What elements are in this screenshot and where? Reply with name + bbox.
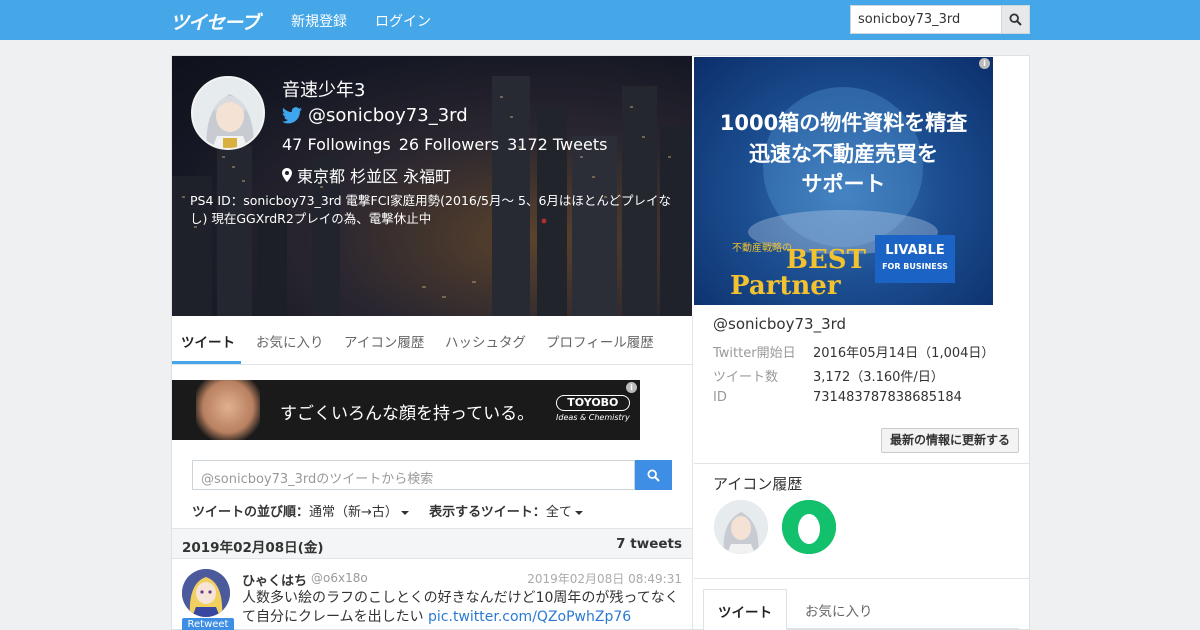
nav-signup-link[interactable]: 新規登録: [291, 11, 347, 31]
header-search-input[interactable]: sonicboy73_3rd: [850, 5, 1002, 34]
tweet-author-id[interactable]: @o6x18o: [311, 571, 368, 585]
account-handle: @sonicboy73_3rd: [713, 315, 847, 333]
ad-banner-text: すごくいろんな顔を持っている。: [280, 404, 535, 424]
ad-brand-logo: TOYOBO Ideas & Chemistry: [556, 395, 630, 425]
header-search-button[interactable]: [1002, 5, 1030, 34]
icon-history-title: アイコン履歴: [713, 475, 803, 493]
tab-favorites[interactable]: お気に入り: [256, 331, 324, 351]
ad-banner-right[interactable]: 1000箱の物件資料を精査 迅速な不動産売買を サポート 不動産戦略の BEST…: [694, 57, 993, 305]
tweet-avatar-illustration: [182, 569, 230, 617]
tweet-search-button[interactable]: [635, 460, 672, 490]
ad-right-line2: 迅速な不動産売買を: [749, 142, 938, 166]
profile-handle: @sonicboy73_3rd: [282, 105, 468, 126]
right-tab-baseline: [787, 628, 1019, 629]
tweet-author-name[interactable]: ひゃくはち: [242, 570, 307, 589]
search-icon: [647, 468, 660, 482]
tweet-search: @sonicboy73_3rdのツイートから検索: [192, 460, 672, 490]
tweet-avatar[interactable]: [182, 569, 230, 617]
ad-right-logo-text: LIVABLE: [885, 243, 945, 258]
followings-count[interactable]: 47 Followings: [282, 135, 391, 154]
account-tweets-label: ツイート数: [713, 370, 779, 385]
retweet-badge: Retweet: [182, 618, 234, 630]
show-filter-label: 表示するツイート：: [429, 505, 546, 520]
history-icon-2[interactable]: [782, 500, 836, 554]
sort-order-value: 通常（新→古）: [309, 505, 398, 520]
active-tab-indicator: [172, 361, 241, 364]
profile-handle-text[interactable]: @sonicboy73_3rd: [308, 105, 468, 126]
profile-name: 音速少年3: [282, 80, 366, 101]
day-header: 2019年02月08日(金) 7 tweets: [172, 528, 692, 559]
right-tab-tweets[interactable]: ツイート: [703, 589, 787, 630]
profile-location-text: 東京都 杉並区 永福町: [297, 167, 452, 186]
ad-info-icon[interactable]: i: [979, 58, 990, 69]
ad-right-line3: サポート: [801, 172, 886, 196]
account-start-value: 2016年05月14日（1,004日）: [813, 346, 995, 361]
ad-right-line1: 1000箱の物件資料を精査: [719, 111, 968, 135]
sort-order-dropdown[interactable]: ツイートの並び順：通常（新→古）: [192, 505, 409, 520]
sort-order-label: ツイートの並び順：: [192, 505, 310, 520]
history-avatar-illustration: [714, 500, 768, 554]
tab-icon-history[interactable]: アイコン履歴: [344, 331, 424, 351]
divider: [694, 463, 1029, 464]
tweet-search-input[interactable]: @sonicboy73_3rdのツイートから検索: [192, 460, 635, 490]
search-icon: [1009, 13, 1022, 26]
egg-icon: [782, 500, 836, 554]
account-start-label: Twitter開始日: [713, 346, 796, 361]
tab-profile-history[interactable]: プロフィール履歴: [546, 331, 654, 351]
show-filter-dropdown[interactable]: 表示するツイート：全て: [429, 505, 583, 520]
ad-brand-name: TOYOBO: [556, 395, 630, 411]
tab-hashtags[interactable]: ハッシュタグ: [445, 331, 526, 351]
history-icon-1[interactable]: [714, 500, 768, 554]
right-tab-favorites[interactable]: お気に入り: [805, 600, 873, 620]
header-search: sonicboy73_3rd: [850, 5, 1030, 34]
account-id-value: 731483787838685184: [813, 390, 962, 405]
chevron-down-icon: [574, 510, 583, 515]
chevron-down-icon: [400, 510, 409, 515]
ad-right-partner: Partner: [730, 271, 841, 301]
account-id-label: ID: [713, 390, 727, 405]
nav-login-link[interactable]: ログイン: [375, 11, 431, 31]
twitter-bird-icon: [282, 107, 302, 124]
show-filter-value: 全て: [545, 505, 572, 520]
profile-location: 東京都 杉並区 永福町: [282, 163, 451, 187]
ad-banner-left[interactable]: すごくいろんな顔を持っている。 TOYOBO Ideas & Chemistry: [172, 380, 640, 440]
ad-right-logo: LIVABLE FOR BUSINESS: [875, 235, 955, 283]
account-tweets-value: 3,172（3.160件/日）: [813, 370, 944, 385]
column-divider: [692, 316, 693, 630]
followers-count[interactable]: 26 Followers: [399, 135, 499, 154]
map-pin-icon: [282, 168, 292, 182]
day-tweet-count: 7 tweets: [616, 536, 682, 552]
tweet-timestamp[interactable]: 2019年02月08日 08:49:31: [527, 570, 682, 587]
tab-tweets[interactable]: ツイート: [181, 331, 235, 351]
site-logo[interactable]: ツイセーブ: [170, 8, 260, 34]
ad-brand-sub: Ideas & Chemistry: [556, 413, 630, 422]
divider: [694, 578, 1029, 579]
day-date: 2019年02月08日(金): [182, 540, 324, 556]
ad-right-best-partner: BEST Partner: [730, 247, 866, 299]
tweet-text: 人数多い絵のラフのこしとくの好きなんだけど10周年のが残ってなくて自分にクレーム…: [242, 589, 682, 627]
tweet-link[interactable]: pic.twitter.com/QZoPwhZp76: [428, 609, 631, 625]
profile-tabs: ツイート お気に入り アイコン履歴 ハッシュタグ プロフィール履歴: [172, 316, 692, 365]
profile-avatar[interactable]: [191, 76, 265, 150]
update-info-button[interactable]: 最新の情報に更新する: [881, 428, 1019, 453]
profile-stats: 47 Followings 26 Followers 3172 Tweets: [282, 135, 615, 154]
profile-bio: PS4 ID：sonicboy73_3rd 電撃FCI家庭用勢(2016/5月～…: [190, 193, 672, 226]
ad-info-icon[interactable]: i: [626, 382, 637, 393]
sort-controls: ツイートの並び順：通常（新→古） 表示するツイート：全て: [192, 501, 583, 520]
ad-face-image: [196, 380, 260, 440]
ad-right-logo-sub: FOR BUSINESS: [882, 262, 948, 271]
tweets-count[interactable]: 3172 Tweets: [507, 135, 607, 154]
